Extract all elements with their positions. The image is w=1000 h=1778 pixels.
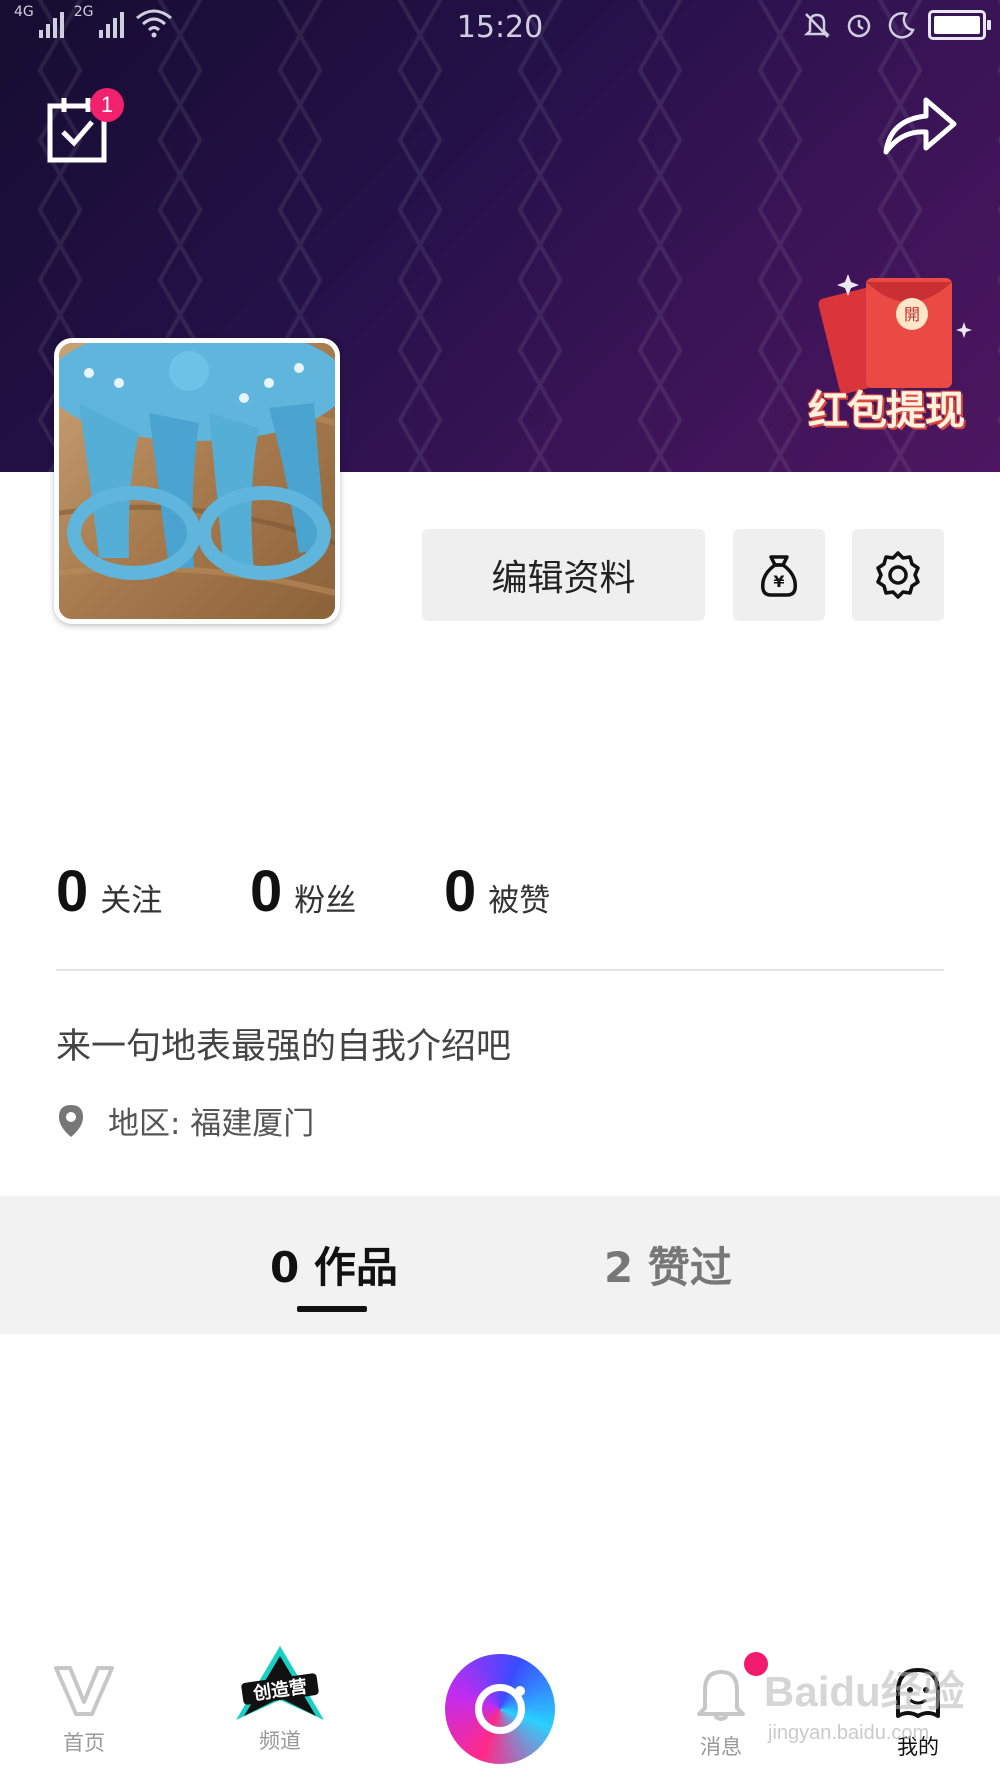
likes-received-label: 被赞 <box>488 883 551 919</box>
home-v-icon <box>54 1666 114 1716</box>
channel-logo-icon: 创造营 <box>236 1646 324 1720</box>
camera-dot <box>515 1686 525 1696</box>
notification-badge: 1 <box>90 88 124 122</box>
region-text: 地区: 福建厦门 <box>108 1106 315 1142</box>
watermark: Baidu经验 <box>764 1668 965 1715</box>
nav-messages[interactable]: 消息 <box>661 1664 781 1761</box>
watermark-url: jingyan.baidu.com <box>768 1722 930 1744</box>
content-tabs: 0 作品 2 赞过 <box>0 1196 1000 1334</box>
bell-icon <box>697 1670 745 1721</box>
tab-works[interactable]: 0 作品 <box>270 1234 398 1295</box>
nav-home-label: 首页 <box>63 1731 105 1755</box>
followers-label: 粉丝 <box>294 883 357 919</box>
tab-liked[interactable]: 2 赞过 <box>604 1234 732 1295</box>
yen-glyph: ¥ <box>773 572 784 591</box>
nav-messages-label: 消息 <box>700 1735 742 1759</box>
region-row: 地区: 福建厦门 <box>56 1098 314 1143</box>
avatar-image <box>59 343 335 619</box>
active-tab-indicator <box>297 1306 367 1312</box>
money-bag-icon: ¥ <box>761 555 797 597</box>
battery-icon <box>928 10 991 40</box>
settings-button[interactable] <box>852 529 944 621</box>
avatar[interactable] <box>54 338 340 624</box>
followers-count: 0 <box>250 859 283 924</box>
envelope-seal-text: 開 <box>904 305 920 324</box>
alarm-icon <box>847 14 871 38</box>
following-count: 0 <box>56 859 89 924</box>
followers-stat[interactable]: 0 粉丝 <box>250 858 444 925</box>
status-bar: 4G 2G 15:20 <box>0 0 1000 56</box>
status-right <box>802 10 991 40</box>
edit-profile-button[interactable]: 编辑资料 <box>422 529 705 621</box>
profile-stats: 0 关注 0 粉丝 0 被赞 <box>56 858 638 925</box>
divider <box>56 969 944 971</box>
nav-channel[interactable]: 创造营 频道 <box>220 1646 340 1755</box>
withdraw-redpacket-label[interactable]: 红包提现 <box>808 378 965 436</box>
gear-icon <box>876 551 920 599</box>
nav-channel-label: 频道 <box>259 1729 301 1753</box>
likes-received-stat[interactable]: 0 被赞 <box>444 858 638 925</box>
share-icon[interactable] <box>882 92 958 156</box>
likes-received-count: 0 <box>444 859 477 924</box>
following-label: 关注 <box>100 883 163 919</box>
following-stat[interactable]: 0 关注 <box>56 858 250 925</box>
bell-muted-icon <box>803 13 831 38</box>
record-button[interactable] <box>445 1654 555 1764</box>
nav-home[interactable]: 首页 <box>24 1664 144 1757</box>
location-pin-icon <box>59 1104 83 1137</box>
bio-text[interactable]: 来一句地表最强的自我介绍吧 <box>56 1018 511 1069</box>
wallet-button[interactable]: ¥ <box>733 529 825 621</box>
moon-icon <box>888 12 915 39</box>
